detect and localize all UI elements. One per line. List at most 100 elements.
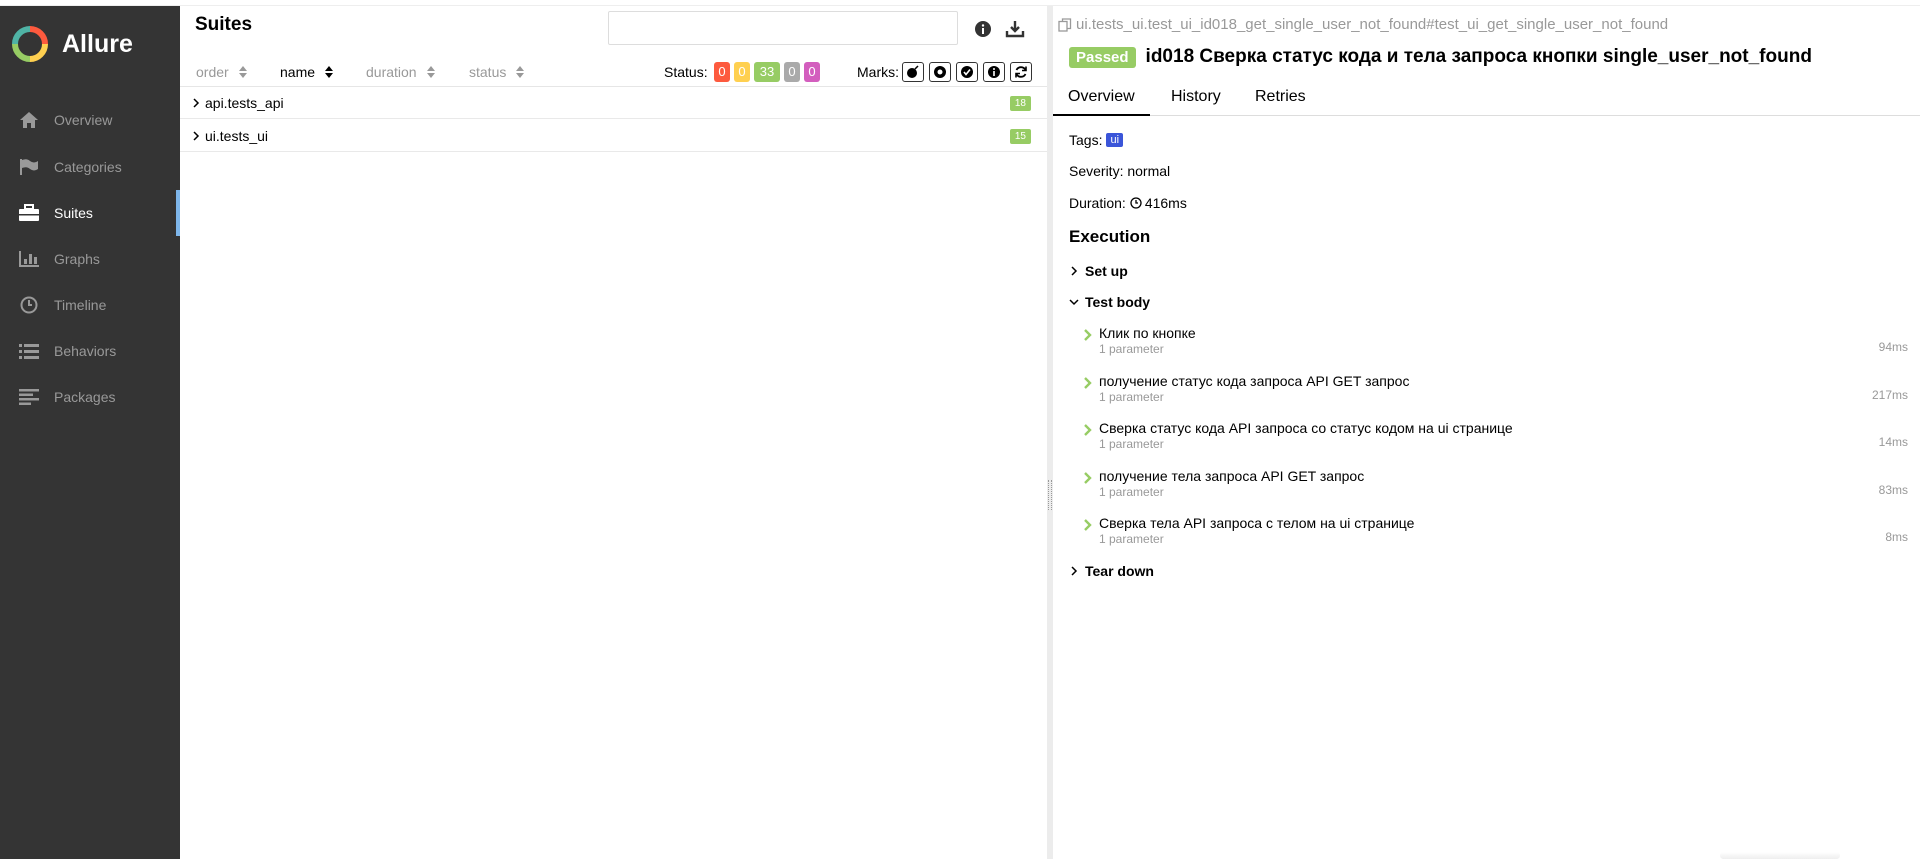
sidebar-item-label: Timeline [54, 297, 107, 313]
copy-icon[interactable] [1058, 17, 1072, 32]
check-circle-icon[interactable] [956, 62, 978, 82]
sidebar-item-label: Packages [54, 389, 116, 405]
sidebar-item-label: Suites [54, 205, 93, 221]
chevron-right-icon [193, 130, 200, 141]
sort-icon [325, 66, 334, 78]
search-input[interactable] [608, 11, 958, 45]
step-item[interactable]: получение статус кода запроса API GET за… [1083, 373, 1908, 417]
severity-text: Severity: normal [1069, 163, 1171, 179]
duration-label: Duration: [1069, 195, 1126, 211]
home-icon [18, 110, 40, 130]
sidebar-item-graphs[interactable]: Graphs [0, 236, 180, 282]
chevron-right-icon [1084, 472, 1092, 484]
step-params: 1 parameter [1099, 390, 1164, 404]
tree-row[interactable]: ui.tests_ui 15 [180, 120, 1047, 152]
allure-report: Allure Overview Categories Suites Graphs [0, 0, 1920, 859]
sort-icon [426, 66, 435, 78]
column-label: name [280, 64, 316, 80]
sidebar-item-suites[interactable]: Suites [0, 190, 180, 236]
step-name: Сверка статус кода API запроса со статус… [1099, 420, 1513, 436]
chevron-down-icon [1069, 299, 1079, 306]
splitter-handle[interactable] [1048, 480, 1052, 510]
sidebar: Allure Overview Categories Suites Graphs [0, 6, 180, 859]
tree-row[interactable]: api.tests_api 18 [180, 87, 1047, 119]
column-name[interactable]: name [280, 64, 334, 80]
step-item[interactable]: Сверка статус кода API запроса со статус… [1083, 420, 1908, 464]
align-left-icon [18, 387, 40, 407]
bomb-icon[interactable] [902, 62, 924, 82]
chevron-right-icon [1084, 519, 1092, 531]
status-filter-failed[interactable]: 0 [714, 62, 730, 82]
sidebar-item-label: Categories [54, 159, 122, 175]
test-path-text: ui.tests_ui.test_ui_id018_get_single_use… [1076, 16, 1669, 33]
tag-badge[interactable]: ui [1106, 133, 1124, 147]
test-body-label: Test body [1085, 294, 1151, 310]
status-badge: Passed [1069, 46, 1136, 68]
tab-retries[interactable]: Retries [1240, 78, 1321, 116]
sidebar-item-behaviors[interactable]: Behaviors [0, 328, 180, 374]
step-item[interactable]: Сверка тела API запроса с телом на ui ст… [1083, 515, 1908, 559]
chevron-right-icon [1084, 424, 1092, 436]
sidebar-item-overview[interactable]: Overview [0, 97, 180, 143]
column-label: status [469, 64, 507, 80]
status-filter-label: Status: [664, 64, 708, 80]
status-filter-passed[interactable]: 33 [754, 62, 780, 82]
step-name: Сверка тела API запроса с телом на ui ст… [1099, 515, 1415, 531]
download-icon[interactable] [1005, 19, 1025, 39]
sidebar-item-label: Graphs [54, 251, 100, 267]
info-circle-icon[interactable] [983, 62, 1005, 82]
page-title: Suites [195, 14, 253, 35]
column-order[interactable]: order [196, 64, 248, 80]
tabs: Overview History Retries [1053, 78, 1920, 116]
brand[interactable]: Allure [12, 24, 133, 64]
bug-icon[interactable] [929, 62, 951, 82]
chevron-right-icon [1084, 377, 1092, 389]
tree-row-label: ui.tests_ui [205, 127, 269, 144]
sidebar-item-timeline[interactable]: Timeline [0, 282, 180, 328]
chevron-right-icon [1071, 566, 1078, 576]
info-icon[interactable] [973, 19, 993, 39]
status-filter-skipped[interactable]: 0 [784, 62, 800, 82]
refresh-icon[interactable] [1010, 62, 1032, 82]
sort-icon [238, 66, 247, 78]
marks-filter-label: Marks: [857, 64, 899, 80]
status-filter-broken[interactable]: 0 [734, 62, 750, 82]
step-duration: 8ms [1885, 530, 1908, 544]
tab-history[interactable]: History [1156, 78, 1236, 116]
teardown-label: Tear down [1085, 563, 1154, 579]
sidebar-item-packages[interactable]: Packages [0, 374, 180, 420]
tab-overview[interactable]: Overview [1053, 78, 1150, 116]
tags-row: Tags: ui [1069, 132, 1124, 148]
sidebar-item-label: Behaviors [54, 343, 117, 359]
step-item[interactable]: получение тела запроса API GET запрос 1 … [1083, 468, 1908, 512]
chevron-right-icon [1071, 266, 1078, 276]
chevron-right-icon [193, 97, 200, 108]
sort-icon [516, 66, 525, 78]
teardown-group[interactable]: Tear down [1069, 563, 1154, 579]
flag-icon [18, 157, 40, 177]
step-item[interactable]: Клик по кнопке 1 parameter 94ms [1083, 325, 1908, 369]
sidebar-item-label: Overview [54, 112, 113, 128]
passed-count-badge: 18 [1009, 96, 1031, 111]
brand-name: Allure [62, 29, 133, 58]
step-params: 1 parameter [1099, 485, 1164, 499]
step-params: 1 parameter [1099, 437, 1164, 451]
passed-count-badge: 15 [1009, 129, 1031, 144]
bar-chart-icon [18, 249, 40, 269]
duration-value: 416ms [1144, 195, 1187, 211]
step-params: 1 parameter [1099, 342, 1164, 356]
column-duration[interactable]: duration [366, 64, 436, 80]
test-body-group[interactable]: Test body [1069, 294, 1150, 310]
sidebar-item-categories[interactable]: Categories [0, 144, 180, 190]
list-icon [18, 341, 40, 361]
test-path: ui.tests_ui.test_ui_id018_get_single_use… [1058, 16, 1668, 33]
execution-title: Execution [1069, 227, 1151, 246]
test-title-row: Passed id018 Сверка статус кода и тела з… [1069, 46, 1812, 68]
setup-label: Set up [1085, 263, 1128, 279]
step-name: получение тела запроса API GET запрос [1099, 468, 1365, 484]
step-duration: 14ms [1878, 435, 1908, 449]
allure-logo-icon [12, 26, 48, 62]
setup-group[interactable]: Set up [1069, 263, 1128, 279]
column-status[interactable]: status [469, 64, 525, 80]
status-filter-unknown[interactable]: 0 [804, 62, 820, 82]
